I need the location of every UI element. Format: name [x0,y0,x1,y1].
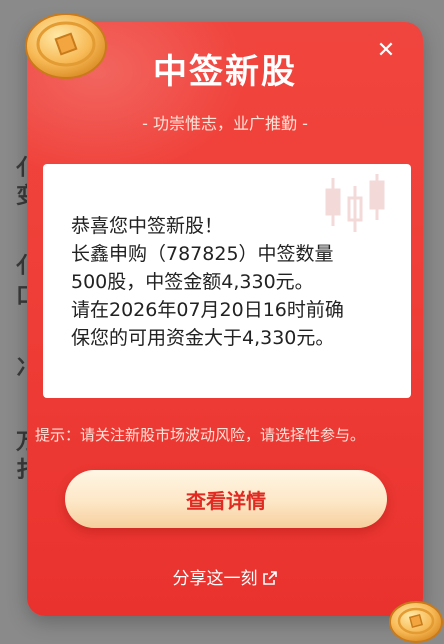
external-link-icon [262,570,278,591]
view-details-button[interactable]: 查看详情 [65,470,387,528]
share-link[interactable]: 分享这一刻 [27,564,423,591]
gold-coin-icon [25,13,107,79]
message-line: 长鑫申购（787825）中签数量 [71,243,334,265]
gold-coin-icon [389,601,443,643]
message-line: 保您的可用资金大于4,330元。 [71,327,335,349]
message-card: 恭喜您中签新股！ 长鑫申购（787825）中签数量 500股，中签金额4,330… [43,164,411,398]
message-text: 恭喜您中签新股！ 长鑫申购（787825）中签数量 500股，中签金额4,330… [71,212,391,352]
message-line: 恭喜您中签新股！ [71,215,224,237]
modal-subtitle: - 功崇惟志，业广推勤 - [142,114,308,133]
risk-tip: 提示：请关注新股市场波动风险，请选择性参与。 [35,426,366,444]
share-label: 分享这一刻 [172,569,258,589]
ipo-win-modal: ✕ 中签新股 - 功崇惟志，业广推勤 - 恭喜您中签新股！ 长鑫申购（78782… [27,22,423,616]
message-line: 500股，中签金额4,330元。 [71,271,314,293]
message-line: 请在2026年07月20日16时前确 [71,299,344,321]
